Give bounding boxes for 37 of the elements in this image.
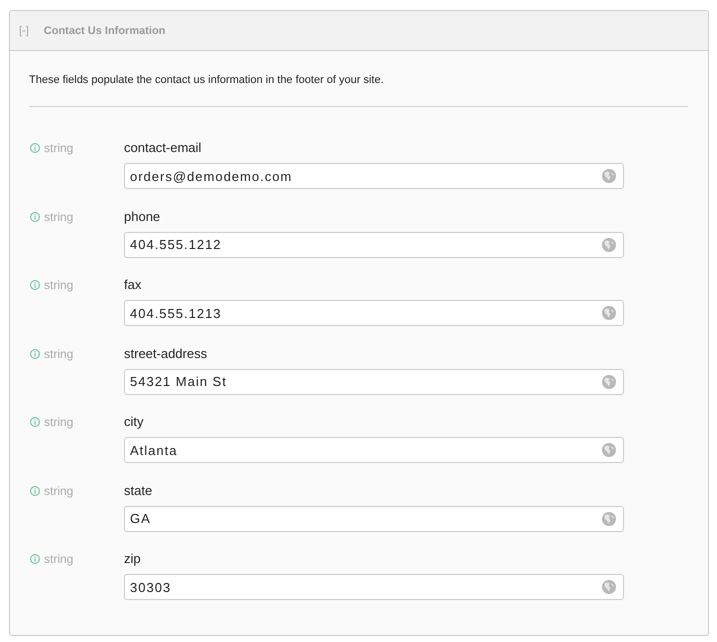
panel-title: Contact Us Information [44, 24, 166, 36]
globe-icon[interactable] [602, 169, 616, 183]
type-label: string [44, 141, 74, 155]
field-label: state [124, 482, 152, 500]
globe-icon[interactable] [602, 238, 616, 252]
globe-icon[interactable] [602, 374, 616, 388]
text-field[interactable]: orders@demodemo.com [124, 163, 624, 189]
field-label: contact-email [124, 139, 202, 157]
text-field[interactable]: 54321 Main St [124, 368, 624, 394]
type-label: string [44, 346, 74, 360]
globe-icon[interactable] [602, 443, 616, 457]
field-label: zip [124, 550, 141, 568]
type-label: string [44, 278, 74, 292]
text-field[interactable]: 30303 [124, 574, 624, 600]
text-field[interactable]: Atlanta [124, 437, 624, 463]
field-label: phone [124, 208, 160, 226]
type-label: string [44, 415, 74, 429]
globe-icon[interactable] [602, 580, 616, 594]
text-field[interactable]: 404.555.1213 [124, 300, 624, 326]
info-icon [30, 554, 40, 564]
info-icon [30, 280, 40, 290]
globe-icon[interactable] [602, 512, 616, 526]
type-label: string [44, 552, 74, 566]
info-icon [30, 348, 40, 358]
info-icon [30, 486, 40, 496]
info-icon [30, 212, 40, 222]
field-label: city [124, 413, 144, 431]
description-text: These fields populate the contact us information in the footer of your site. [29, 73, 385, 88]
info-icon [30, 417, 40, 427]
text-field[interactable]: GA [124, 506, 624, 532]
text-field[interactable]: 404.555.1212 [124, 232, 624, 258]
type-label: string [44, 484, 74, 498]
info-icon [30, 143, 40, 153]
field-label: fax [124, 276, 142, 294]
globe-icon[interactable] [602, 306, 616, 320]
field-label: street-address [124, 344, 208, 362]
type-label: string [44, 210, 74, 224]
